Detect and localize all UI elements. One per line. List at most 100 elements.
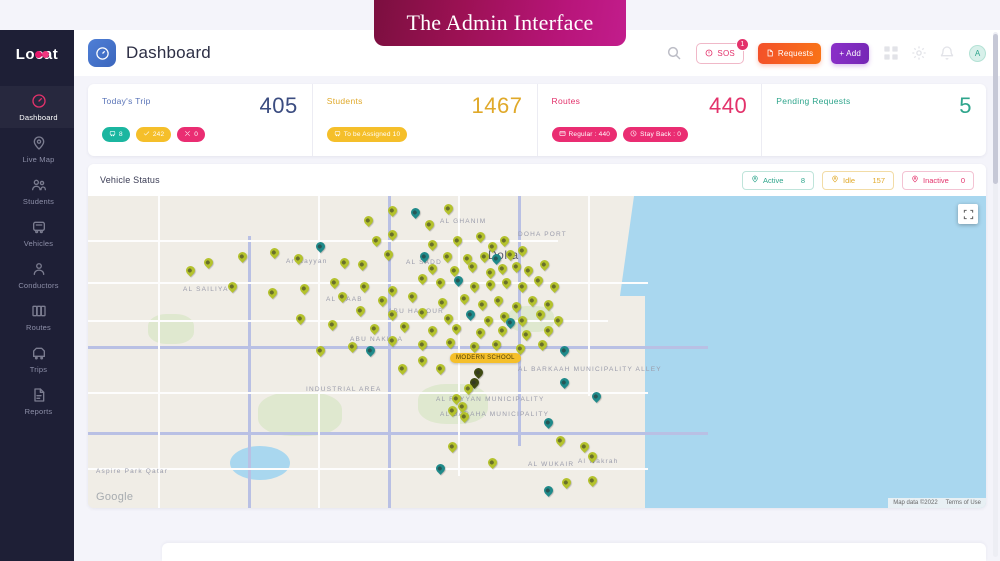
map-pin-marker[interactable] xyxy=(228,282,237,294)
map-pin-marker[interactable] xyxy=(544,326,553,338)
map-pin-marker[interactable] xyxy=(270,248,279,260)
map-pin-marker[interactable] xyxy=(538,340,547,352)
map-pin-marker[interactable] xyxy=(512,262,521,274)
map-pin-marker[interactable] xyxy=(544,418,553,430)
map-pin-marker[interactable] xyxy=(388,286,397,298)
map-pin-marker[interactable] xyxy=(360,282,369,294)
map-pin-marker[interactable] xyxy=(238,252,247,264)
map-pin-marker[interactable] xyxy=(316,242,325,254)
map-pin-marker[interactable] xyxy=(358,260,367,272)
map-pin-marker[interactable] xyxy=(460,412,469,424)
map-pin-marker[interactable] xyxy=(418,308,427,320)
map-pin-marker[interactable] xyxy=(486,268,495,280)
add-button[interactable]: + Add xyxy=(831,43,869,64)
map-pin-marker[interactable] xyxy=(522,330,531,342)
map-pin-marker[interactable] xyxy=(446,338,455,350)
map-pin-marker[interactable] xyxy=(418,274,427,286)
map-pin-marker[interactable] xyxy=(544,300,553,312)
map-pin-marker[interactable] xyxy=(488,242,497,254)
map-pin-marker[interactable] xyxy=(330,278,339,290)
map-pin-marker[interactable] xyxy=(384,250,393,262)
sidebar-item-routes[interactable]: Routes xyxy=(0,296,74,338)
map-pin-marker[interactable] xyxy=(536,310,545,322)
map-pin-marker[interactable] xyxy=(506,318,515,330)
map-pin-marker[interactable] xyxy=(400,322,409,334)
grid-icon[interactable] xyxy=(883,45,899,61)
map-pin-marker[interactable] xyxy=(554,316,563,328)
map-pin-marker[interactable] xyxy=(428,240,437,252)
map-pin-marker[interactable] xyxy=(448,442,457,454)
map-pin-marker[interactable] xyxy=(466,310,475,322)
map-pin-marker[interactable] xyxy=(452,324,461,336)
stat-card-pending-requests[interactable]: Pending Requests5 xyxy=(761,84,986,156)
map-pin-marker[interactable] xyxy=(408,292,417,304)
stat-card-routes[interactable]: Routes440Regular : 440Stay Back : 0 xyxy=(537,84,762,156)
map-pin-marker[interactable] xyxy=(296,314,305,326)
map-container[interactable]: DohaAr-RayyanAL SADDAL GHANIMDOHA PORTAL… xyxy=(88,196,986,508)
map-pin-marker[interactable] xyxy=(372,236,381,248)
stat-card-students[interactable]: Students1467To be Assigned 10 xyxy=(312,84,537,156)
map-pin-marker[interactable] xyxy=(316,346,325,358)
map-pin-marker[interactable] xyxy=(528,296,537,308)
map-pin-marker[interactable] xyxy=(425,220,434,232)
map-pin-marker[interactable] xyxy=(370,324,379,336)
map-pin-marker[interactable] xyxy=(478,300,487,312)
map-pin-marker[interactable] xyxy=(562,478,571,490)
app-logo[interactable]: Locat xyxy=(16,40,59,68)
stat-card-today-s-trip[interactable]: Today's Trip40582420 xyxy=(88,84,312,156)
map-pin-marker[interactable] xyxy=(366,346,375,358)
map-pin-marker[interactable] xyxy=(348,342,357,354)
filter-idle[interactable]: Idle157 xyxy=(822,171,894,190)
map-pin-marker[interactable] xyxy=(500,236,509,248)
map-pin-marker[interactable] xyxy=(356,306,365,318)
map-pin-marker[interactable] xyxy=(328,320,337,332)
map-pin-marker[interactable] xyxy=(486,280,495,292)
map-pin-marker[interactable] xyxy=(436,464,445,476)
map-pin-marker[interactable] xyxy=(518,246,527,258)
map-pin-marker[interactable] xyxy=(204,258,213,270)
map-pin-marker[interactable] xyxy=(592,392,601,404)
map-pin-marker[interactable] xyxy=(388,336,397,348)
school-marker-label[interactable]: MODERN SCHOOL xyxy=(450,353,521,363)
map-pin-marker[interactable] xyxy=(544,486,553,498)
map-pin-marker[interactable] xyxy=(518,282,527,294)
map-pin-marker[interactable] xyxy=(518,316,527,328)
map-pin-marker[interactable] xyxy=(388,206,397,218)
map-pin-marker[interactable] xyxy=(480,252,489,264)
map-pin-marker[interactable] xyxy=(364,216,373,228)
map-pin-marker[interactable] xyxy=(444,204,453,216)
settings-icon[interactable] xyxy=(911,45,927,61)
map-pin-marker[interactable] xyxy=(464,384,473,396)
map-pin-marker[interactable] xyxy=(300,284,309,296)
map-pin-marker[interactable] xyxy=(512,302,521,314)
terms-of-use-link[interactable]: Terms of Use xyxy=(946,500,981,506)
map-pin-marker[interactable] xyxy=(588,452,597,464)
map-canvas[interactable]: DohaAr-RayyanAL SADDAL GHANIMDOHA PORTAL… xyxy=(88,196,986,508)
map-pin-marker[interactable] xyxy=(524,266,533,278)
requests-button[interactable]: Requests xyxy=(758,43,821,64)
stat-chip[interactable]: 242 xyxy=(136,127,171,142)
map-pin-marker[interactable] xyxy=(484,316,493,328)
map-pin-marker[interactable] xyxy=(268,288,277,300)
sidebar-item-students[interactable]: Students xyxy=(0,170,74,212)
filter-inactive[interactable]: Inactive0 xyxy=(902,171,974,190)
map-pin-marker[interactable] xyxy=(448,406,457,418)
map-pin-marker[interactable] xyxy=(498,264,507,276)
filter-active[interactable]: Active8 xyxy=(742,171,814,190)
map-pin-marker[interactable] xyxy=(411,208,420,220)
stat-chip[interactable]: Stay Back : 0 xyxy=(623,127,688,142)
map-pin-marker[interactable] xyxy=(453,236,462,248)
map-pin-marker[interactable] xyxy=(556,436,565,448)
map-pin-marker[interactable] xyxy=(443,252,452,264)
map-pin-marker[interactable] xyxy=(338,292,347,304)
stat-chip[interactable]: To be Assigned 10 xyxy=(327,127,408,142)
map-pin-marker[interactable] xyxy=(454,276,463,288)
map-pin-marker[interactable] xyxy=(488,458,497,470)
map-pin-marker[interactable] xyxy=(470,282,479,294)
map-pin-marker[interactable] xyxy=(186,266,195,278)
map-pin-marker[interactable] xyxy=(428,264,437,276)
map-pin-marker[interactable] xyxy=(506,250,515,262)
map-pin-marker[interactable] xyxy=(492,340,501,352)
map-pin-marker[interactable] xyxy=(502,278,511,290)
map-pin-marker[interactable] xyxy=(534,276,543,288)
